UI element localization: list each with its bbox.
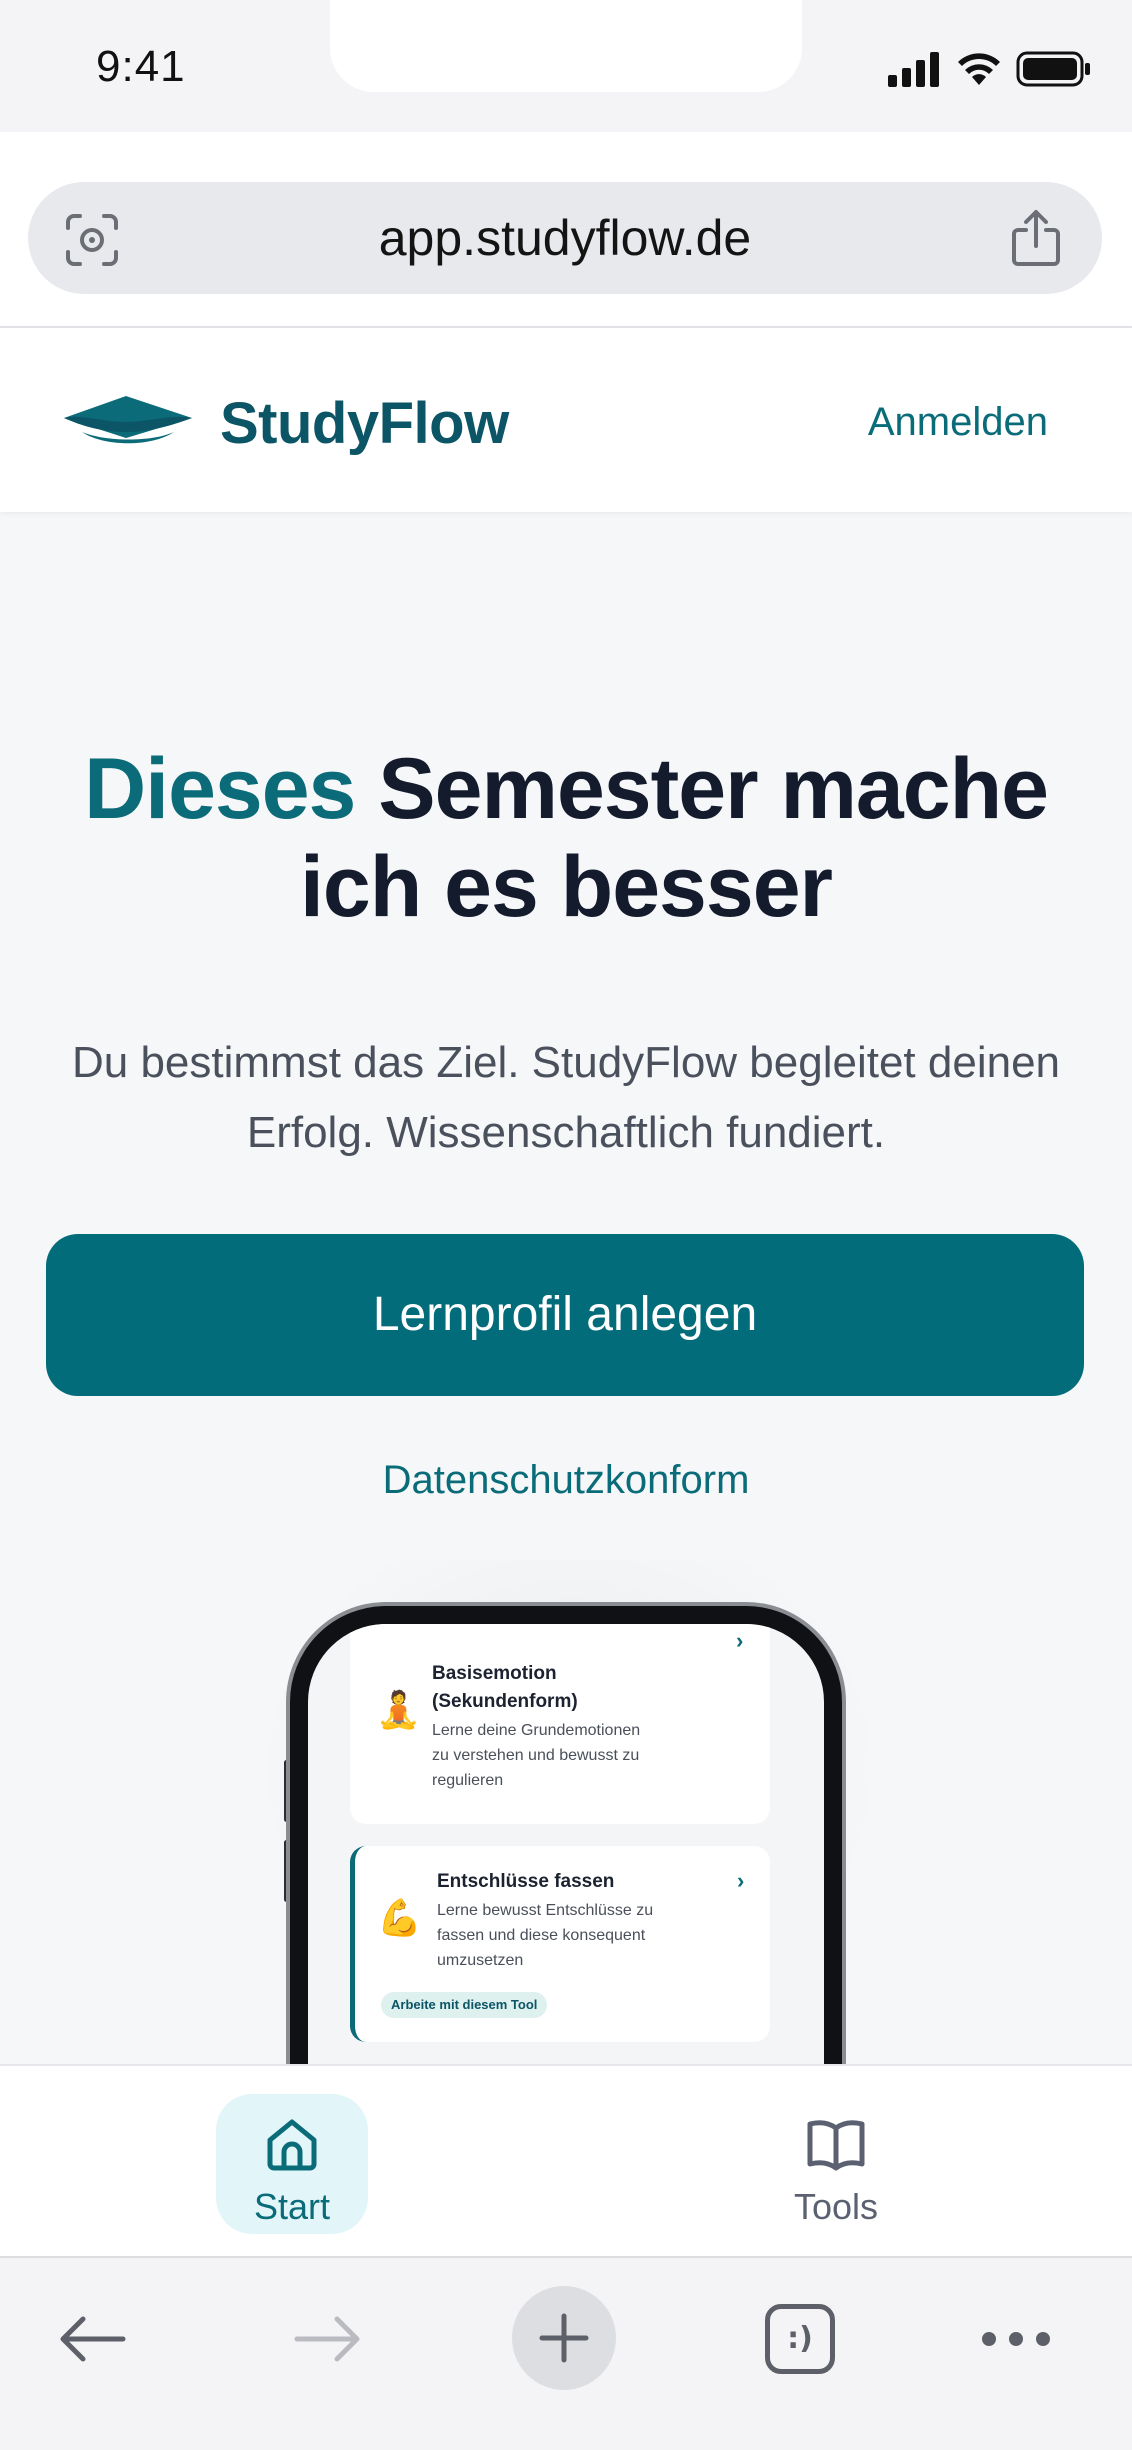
tool-card-title-line: Basisemotion <box>432 1663 557 1684</box>
tabs-button[interactable]: :) <box>762 2300 838 2378</box>
more-button[interactable] <box>976 2300 1056 2378</box>
site-header: StudyFlow Anmelden <box>0 328 1132 512</box>
new-tab-plus-icon <box>539 2313 589 2363</box>
phone-side-button <box>284 1760 289 1822</box>
tool-card-description: Lerne bewusst Entschlüsse zu fassen und … <box>437 1898 653 1973</box>
graduation-cap-icon[interactable] <box>62 392 194 452</box>
forward-arrow-icon <box>294 2316 360 2362</box>
new-tab-button[interactable] <box>512 2286 616 2390</box>
nav-item-label: Start <box>253 2186 331 2227</box>
hero-title-accent: Dieses <box>84 741 356 837</box>
tool-card-selected: 💪 Entschlüsse fassen Lerne bewusst Entsc… <box>350 1846 770 2042</box>
tool-card-desc-line: fassen und diese konsequent <box>437 1927 646 1944</box>
privacy-link[interactable]: Datenschutzkonform <box>0 1458 1132 1503</box>
share-icon[interactable] <box>1010 208 1062 268</box>
meditation-icon: 🧘 <box>376 1689 421 1730</box>
tool-card-description: Lerne deine Grundemotionen zu verstehen … <box>432 1718 640 1793</box>
back-button[interactable] <box>52 2300 132 2378</box>
status-time: 9:41 <box>96 42 186 91</box>
hero-subtitle: Du bestimmst das Ziel. StudyFlow begleit… <box>71 1038 1061 1157</box>
hero-title-rest: Semester mache ich es besser <box>299 741 1049 935</box>
forward-button[interactable] <box>288 2300 368 2378</box>
phone-side-button <box>284 1840 289 1902</box>
login-link[interactable]: Anmelden <box>868 400 1048 445</box>
battery-icon <box>1016 51 1090 87</box>
brand-name[interactable]: StudyFlow <box>220 390 509 457</box>
create-learning-profile-button[interactable]: Lernprofil anlegen <box>46 1234 1084 1396</box>
address-bar[interactable]: app.studyflow.de <box>28 182 1102 294</box>
tool-card-title-line: (Sekundenform) <box>432 1691 578 1712</box>
book-icon <box>807 2120 865 2171</box>
wifi-icon <box>958 53 1000 85</box>
chevron-right-icon: › <box>736 1628 744 1653</box>
home-icon <box>267 2119 317 2171</box>
device-notch <box>330 0 802 92</box>
status-icons <box>888 50 1092 88</box>
tool-card-desc-line: zu verstehen und bewusst zu <box>432 1747 640 1764</box>
browser-address-area: app.studyflow.de <box>0 132 1132 328</box>
nav-item-label: Tools <box>793 2186 879 2227</box>
hero-title: Dieses Semester mache ich es besser <box>40 740 1092 936</box>
status-bar: 9:41 <box>0 0 1132 132</box>
page: 9:41 app.studyflow.de StudyFlow Anmelden… <box>0 0 1132 2450</box>
tool-card-desc-line: Lerne deine Grundemotionen <box>432 1722 641 1739</box>
app-bottom-nav: Start Tools <box>0 2064 1132 2256</box>
url-text[interactable]: app.studyflow.de <box>28 182 1102 294</box>
tool-card-desc-line: regulieren <box>432 1772 504 1789</box>
back-arrow-icon <box>60 2316 126 2362</box>
nav-item-start[interactable]: Start <box>216 2094 368 2234</box>
tool-card: 🧘 Basisemotion (Sekundenform) Lerne dein… <box>350 1624 770 1824</box>
tool-badge: Arbeite mit diesem Tool <box>381 1992 548 2018</box>
nav-item-tools[interactable]: Tools <box>760 2094 912 2234</box>
tool-card-title: Entschlüsse fassen <box>437 1871 615 1892</box>
browser-toolbar: :) <box>0 2256 1132 2450</box>
tool-card-title: Basisemotion (Sekundenform) <box>432 1660 578 1716</box>
flexed-biceps-icon: 💪 <box>377 1897 422 1938</box>
signal-icon <box>888 52 939 87</box>
chevron-right-icon: › <box>737 1868 745 1893</box>
tool-card-desc-line: umzusetzen <box>437 1952 524 1969</box>
tabs-glyph: :) <box>787 2321 813 2356</box>
tabs-icon: :) <box>765 2304 835 2374</box>
more-icon <box>982 2332 1050 2346</box>
tool-card-desc-line: Lerne bewusst Entschlüsse zu <box>437 1902 654 1919</box>
